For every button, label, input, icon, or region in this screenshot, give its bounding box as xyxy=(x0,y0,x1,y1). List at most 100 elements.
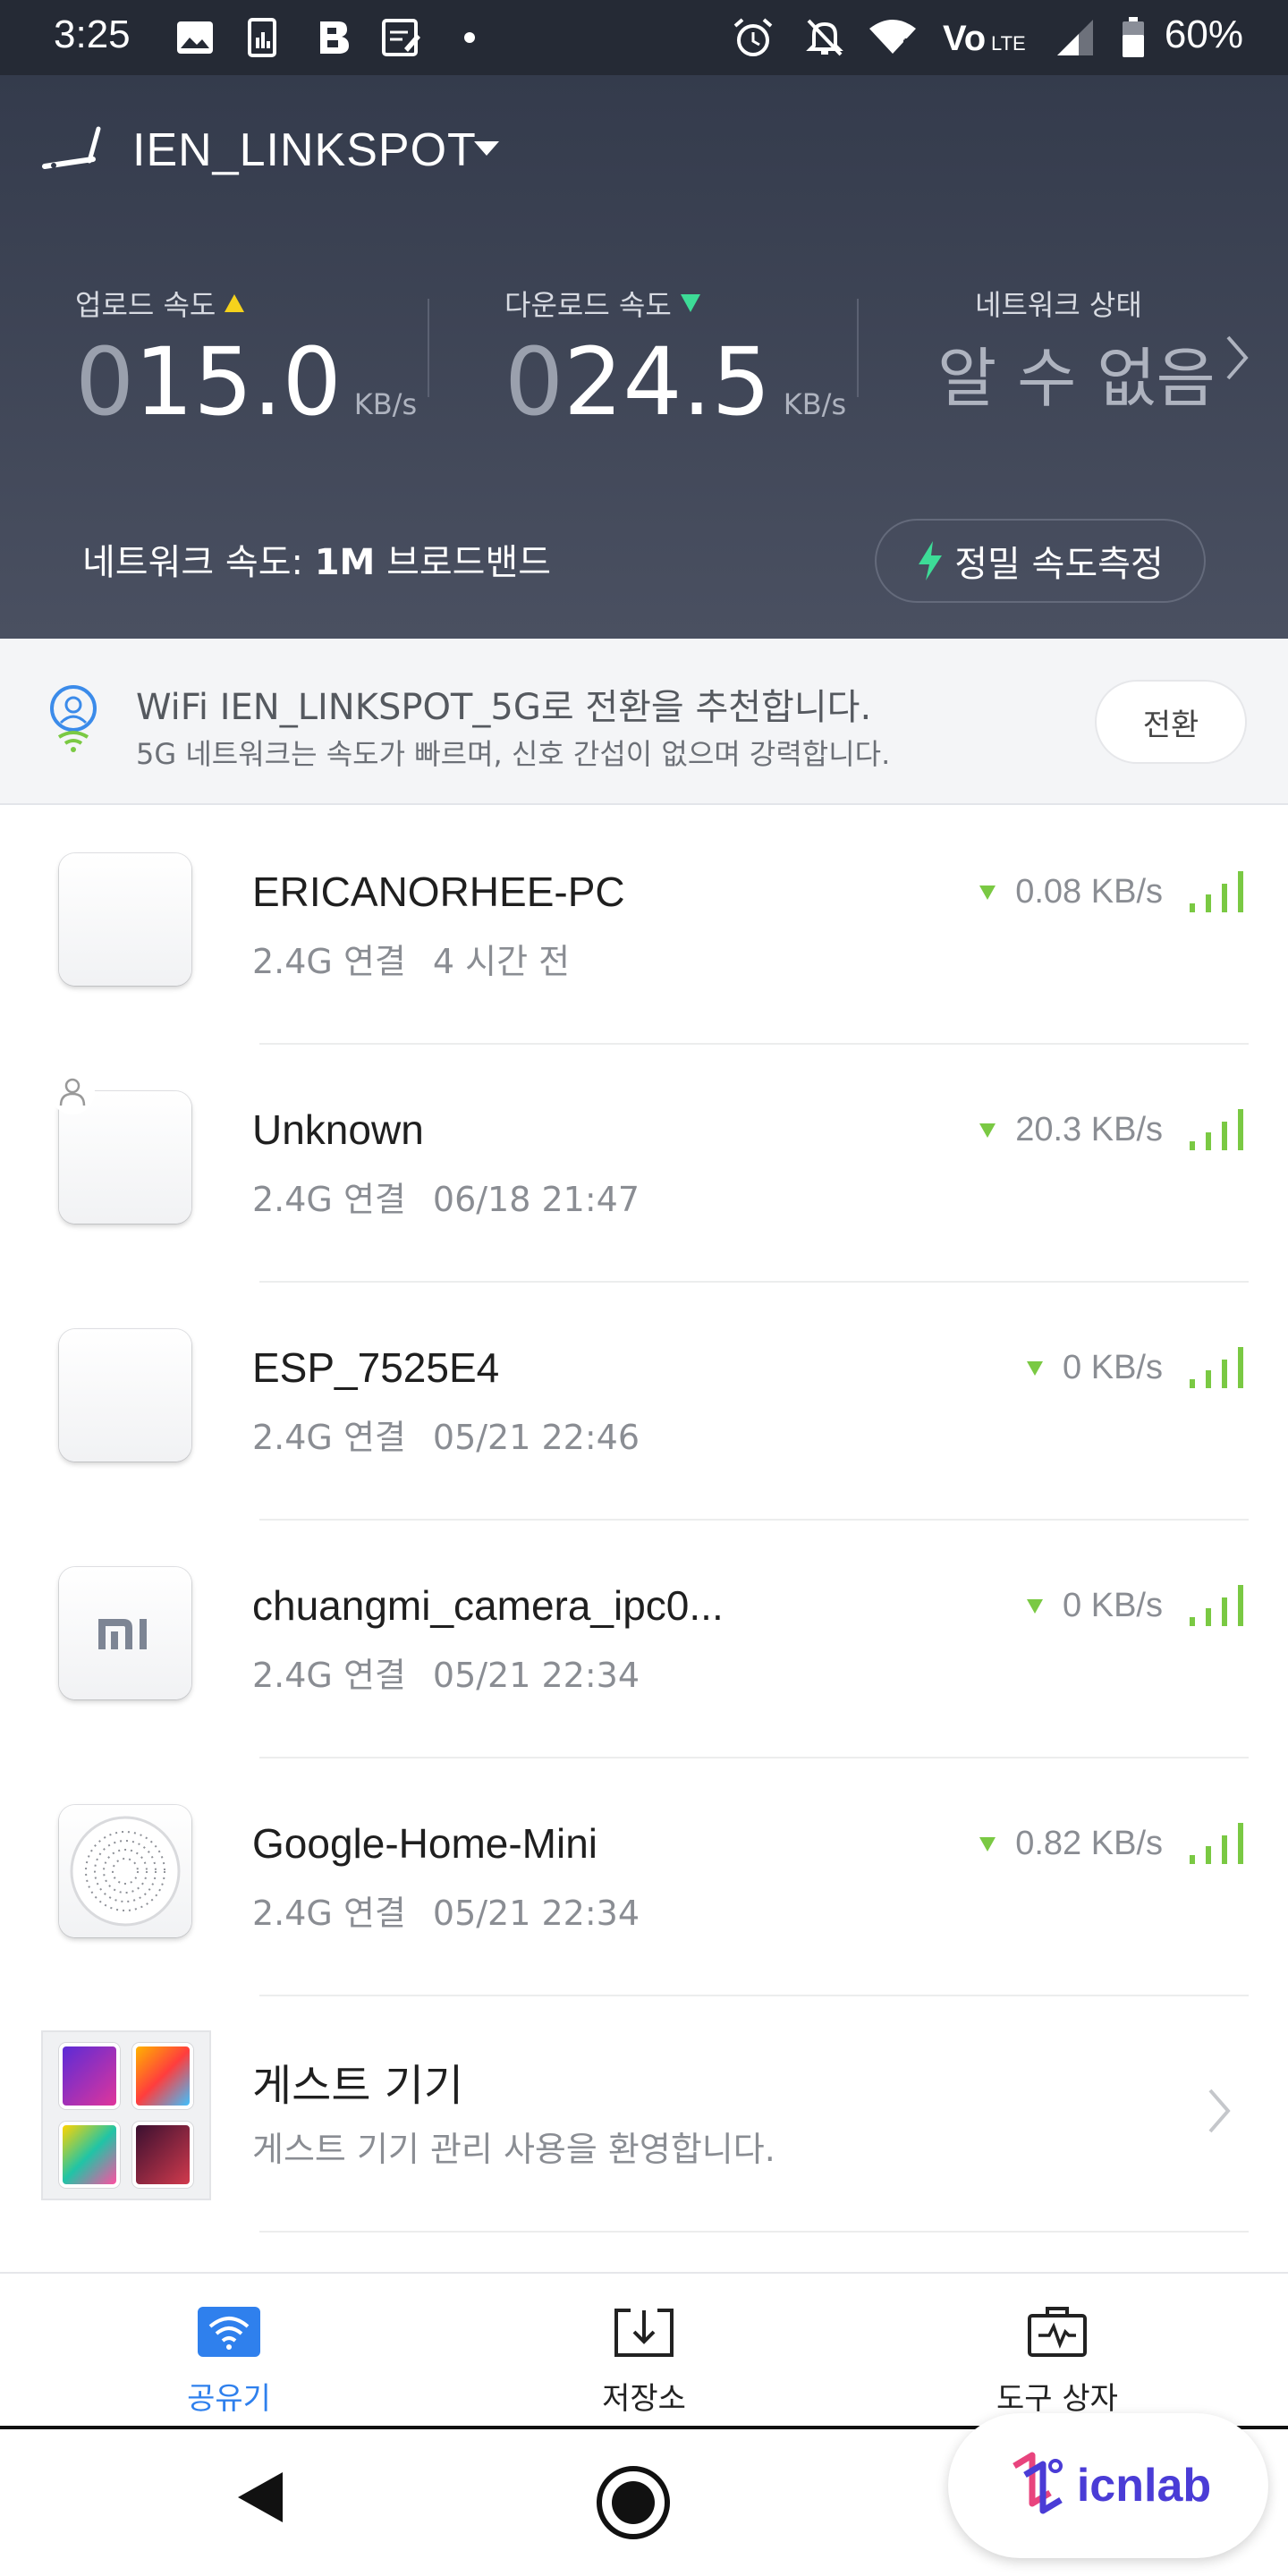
phone-image xyxy=(132,2043,193,2109)
device-band: 2.4G 연결 xyxy=(252,1656,406,1695)
device-speed-value: 0.08 KB/s xyxy=(1015,873,1163,911)
gallery-icon xyxy=(175,18,215,57)
divider xyxy=(428,299,429,397)
guest-devices-thumbnail xyxy=(41,2030,211,2200)
signal-strength-icon xyxy=(1186,1583,1249,1631)
mute-icon xyxy=(803,18,846,57)
device-meta: 2.4G 연결 05/21 22:46 xyxy=(252,1410,640,1459)
device-name: ERICANORHEE-PC xyxy=(252,869,625,915)
download-label: 다운로드 속도 xyxy=(504,288,672,322)
mi-logo-icon xyxy=(98,1619,147,1649)
download-arrow-icon xyxy=(680,294,700,312)
router-wifi-icon xyxy=(95,2301,363,2363)
status-time: 3:25 xyxy=(54,13,131,56)
chevron-right-icon[interactable] xyxy=(1225,335,1249,385)
memo-icon xyxy=(381,18,422,57)
device-name: Unknown xyxy=(252,1106,424,1153)
device-time: 05/21 22:46 xyxy=(432,1418,640,1457)
status-bar: 3:25 Vo LTE 60% xyxy=(0,0,1288,75)
tab-storage[interactable]: 저장소 xyxy=(510,2301,778,2418)
device-name: chuangmi_camera_ipc0... xyxy=(252,1582,724,1629)
router-header: IEN_LINKSPOT 업로드 속도 0 15.0 KB/s 다운로드 속도 … xyxy=(0,75,1288,639)
device-time: 4 시간 전 xyxy=(432,942,571,981)
ssid-selector[interactable]: IEN_LINKSPOT xyxy=(132,123,477,177)
device-band: 2.4G 연결 xyxy=(252,1180,406,1219)
speaker-mesh-icon xyxy=(70,1816,181,1927)
download-speed: 다운로드 속도 0 24.5 KB/s xyxy=(504,283,846,436)
chevron-right-icon[interactable] xyxy=(1208,2088,1231,2138)
caret-down-icon[interactable] xyxy=(474,141,499,161)
device-time: 05/21 22:34 xyxy=(432,1894,640,1933)
device-thumbnail xyxy=(59,853,191,986)
network-state-value[interactable]: 알 수 없음 xyxy=(937,326,1216,419)
guest-devices-row[interactable]: 게스트 기기 게스트 기기 관리 사용을 환영합니다. xyxy=(0,1995,1288,2233)
download-unit: KB/s xyxy=(783,387,847,421)
network-speed-info: 네트워크 속도: 1M 브로드밴드 xyxy=(82,533,551,585)
upload-lead-zero: 0 xyxy=(75,327,135,436)
switch-button[interactable]: 전환 xyxy=(1095,680,1247,764)
device-thumbnail xyxy=(59,1567,191,1699)
banner-subtitle: 5G 네트워크는 속도가 빠르며, 신호 간섭이 없으며 강력합니다. xyxy=(136,737,891,771)
alarm-icon xyxy=(732,18,775,57)
wifi-icon xyxy=(868,18,918,57)
lightning-icon xyxy=(919,541,943,580)
device-row[interactable]: Google-Home-Mini 2.4G 연결 05/21 22:34 0.82… xyxy=(0,1758,1288,1996)
device-time: 06/18 21:47 xyxy=(432,1180,640,1219)
device-thumbnail xyxy=(59,1805,191,1937)
tab-label: 도구 상자 xyxy=(996,2381,1118,2417)
device-meta: 2.4G 연결 05/21 22:34 xyxy=(252,1885,640,1935)
device-speed: 0.08 KB/s xyxy=(979,873,1163,911)
device-row[interactable]: Unknown 2.4G 연결 06/18 21:47 20.3 KB/s xyxy=(0,1045,1288,1283)
toolbox-icon xyxy=(923,2301,1191,2363)
wifi-bulb-icon xyxy=(47,683,100,758)
battery-percent: 60% xyxy=(1164,13,1243,56)
home-icon[interactable] xyxy=(596,2465,671,2544)
device-meta: 2.4G 연결 05/21 22:34 xyxy=(252,1648,640,1697)
device-speed-value: 0 KB/s xyxy=(1063,1587,1163,1624)
download-arrow-icon xyxy=(979,1836,996,1852)
phone-image xyxy=(132,2122,193,2188)
dot-icon xyxy=(463,18,476,57)
icnlab-watermark: icnlab xyxy=(948,2413,1268,2558)
device-band: 2.4G 연결 xyxy=(252,1418,406,1457)
device-band: 2.4G 연결 xyxy=(252,942,406,981)
download-arrow-icon xyxy=(979,1123,996,1138)
bottom-tab-bar: 공유기 저장소 도구 상자 xyxy=(0,2272,1288,2426)
upload-unit: KB/s xyxy=(353,387,418,421)
banner-title: WiFi IEN_LINKSPOT_5G로 전환을 추천합니다. xyxy=(136,687,872,728)
tab-toolbox[interactable]: 도구 상자 xyxy=(923,2301,1191,2418)
device-speed: 0 KB/s xyxy=(1027,1587,1163,1625)
guest-subtitle: 게스트 기기 관리 사용을 환영합니다. xyxy=(252,2130,775,2169)
svg-text:LTE: LTE xyxy=(991,32,1026,55)
divider xyxy=(259,2231,1249,2233)
download-arrow-icon xyxy=(979,885,996,900)
b-app-icon xyxy=(315,18,352,57)
network-state-label[interactable]: 네트워크 상태 xyxy=(975,283,1142,324)
tab-label: 저장소 xyxy=(602,2381,686,2417)
divider xyxy=(857,299,859,397)
router-icon xyxy=(41,125,104,179)
device-thumbnail xyxy=(59,1329,191,1462)
network-speed-prefix: 네트워크 속도: xyxy=(82,542,315,583)
device-row[interactable]: ESP_7525E4 2.4G 연결 05/21 22:46 0 KB/s xyxy=(0,1283,1288,1521)
signal-strength-icon xyxy=(1186,1107,1249,1156)
5g-recommendation-banner: WiFi IEN_LINKSPOT_5G로 전환을 추천합니다. 5G 네트워크… xyxy=(0,639,1288,805)
device-row[interactable]: ERICANORHEE-PC 2.4G 연결 4 시간 전 0.08 KB/s xyxy=(0,807,1288,1045)
tab-router[interactable]: 공유기 xyxy=(95,2301,363,2418)
back-icon[interactable] xyxy=(234,2469,284,2529)
upload-value: 15.0 xyxy=(134,327,342,436)
precise-speed-test-button[interactable]: 정밀 속도측정 xyxy=(875,519,1206,603)
device-name: ESP_7525E4 xyxy=(252,1344,500,1391)
device-speed: 20.3 KB/s xyxy=(979,1111,1163,1149)
download-arrow-icon xyxy=(1027,1598,1044,1614)
device-speed: 0.82 KB/s xyxy=(979,1825,1163,1863)
device-speed-value: 20.3 KB/s xyxy=(1015,1111,1163,1148)
phone-image xyxy=(59,2043,120,2109)
user-icon xyxy=(50,1070,95,1114)
device-row[interactable]: chuangmi_camera_ipc0... 2.4G 연결 05/21 22:… xyxy=(0,1521,1288,1758)
download-lead-zero: 0 xyxy=(504,327,564,436)
device-meta: 2.4G 연결 4 시간 전 xyxy=(252,934,570,983)
download-value: 24.5 xyxy=(564,327,771,436)
signal-strength-icon xyxy=(1186,1345,1249,1394)
network-speed-suffix: 브로드밴드 xyxy=(375,542,552,583)
